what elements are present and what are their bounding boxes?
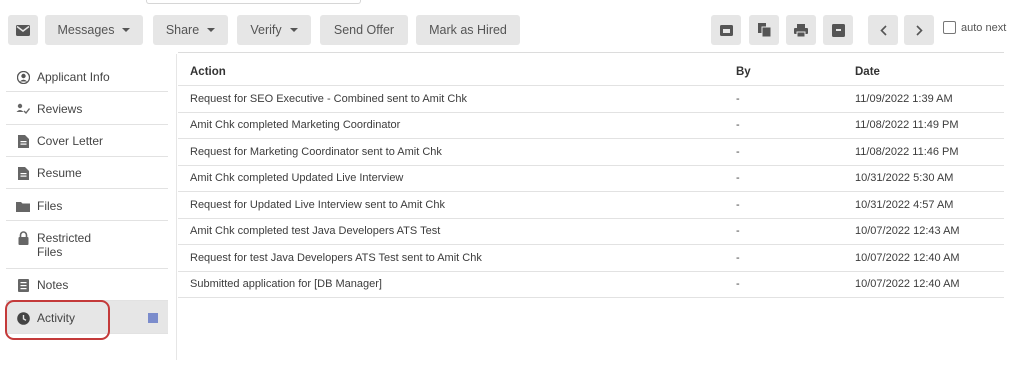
table-row: Amit Chk completed Updated Live Intervie… <box>178 166 1004 192</box>
cell-by: - <box>736 278 740 291</box>
print-icon <box>794 23 808 37</box>
cell-date: 10/07/2022 12:40 AM <box>855 278 960 291</box>
cell-by: - <box>736 198 740 211</box>
verify-dropdown[interactable]: Verify <box>237 15 311 45</box>
copy-icon <box>757 23 771 37</box>
cell-action: Submitted application for [DB Manager] <box>190 278 382 291</box>
folder-icon <box>16 199 30 213</box>
messages-label: Messages <box>57 23 115 37</box>
cell-by: - <box>736 145 740 158</box>
active-marker <box>148 313 158 323</box>
sidebar-divider <box>176 54 177 360</box>
cell-date: 10/31/2022 4:57 AM <box>855 198 954 211</box>
column-header-by[interactable]: By <box>736 66 751 78</box>
id-card-button[interactable] <box>711 15 741 45</box>
chevron-down-icon <box>122 28 131 32</box>
activity-table: Action By Date Request for SEO Executive… <box>178 58 1004 298</box>
sidebar-item-reviews[interactable]: Reviews <box>6 92 168 125</box>
send-offer-label: Send Offer <box>333 23 395 37</box>
cell-date: 10/31/2022 5:30 AM <box>855 172 954 185</box>
cell-date: 11/09/2022 1:39 AM <box>855 92 953 105</box>
sidebar-item-cover-letter[interactable]: Cover Letter <box>6 125 168 157</box>
verify-label: Verify <box>250 23 282 37</box>
auto-next-toggle[interactable]: auto next <box>943 21 1006 34</box>
cell-date: 11/08/2022 11:46 PM <box>855 145 959 158</box>
table-row: Amit Chk completed Marketing Coordinator… <box>178 113 1004 139</box>
cell-action: Request for SEO Executive - Combined sen… <box>190 92 467 105</box>
next-button[interactable] <box>904 15 934 45</box>
table-body: Request for SEO Executive - Combined sen… <box>178 86 1004 298</box>
table-row: Request for SEO Executive - Combined sen… <box>178 86 1004 113</box>
id-card-icon <box>719 24 733 36</box>
cell-date: 10/07/2022 12:40 AM <box>855 251 960 264</box>
sidebar: Applicant Info Reviews Cover Letter Resu… <box>6 60 168 334</box>
lock-icon <box>16 231 30 245</box>
user-icon <box>16 70 30 84</box>
document-icon <box>16 166 30 180</box>
print-button[interactable] <box>786 15 816 45</box>
share-dropdown[interactable]: Share <box>153 15 228 45</box>
sidebar-item-label: Notes <box>37 278 69 292</box>
chevron-left-icon <box>879 24 887 36</box>
column-header-action[interactable]: Action <box>190 66 226 78</box>
table-row: Request for Updated Live Interview sent … <box>178 192 1004 219</box>
chevron-down-icon <box>289 28 298 32</box>
sidebar-item-label: Reviews <box>37 102 83 116</box>
cell-action: Request for test Java Developers ATS Tes… <box>190 251 482 264</box>
table-row: Request for test Java Developers ATS Tes… <box>178 245 1004 272</box>
chevron-right-icon <box>915 24 923 36</box>
mark-as-hired-button[interactable]: Mark as Hired <box>416 15 520 45</box>
cell-by: - <box>736 225 740 238</box>
auto-next-checkbox[interactable] <box>943 21 956 34</box>
cell-date: 10/07/2022 12:43 AM <box>855 225 960 238</box>
sidebar-item-files[interactable]: Files <box>6 189 168 221</box>
previous-button[interactable] <box>868 15 898 45</box>
cell-action: Amit Chk completed Updated Live Intervie… <box>190 172 404 185</box>
messages-dropdown[interactable]: Messages <box>45 15 143 45</box>
cell-action: Request for Updated Live Interview sent … <box>190 198 445 211</box>
send-offer-button[interactable]: Send Offer <box>320 15 408 45</box>
cell-by: - <box>736 119 740 132</box>
table-header: Action By Date <box>178 58 1004 86</box>
sidebar-item-notes[interactable]: Notes <box>6 269 168 301</box>
copy-button[interactable] <box>749 15 779 45</box>
document-icon <box>16 134 30 148</box>
sidebar-item-resume[interactable]: Resume <box>6 157 168 189</box>
table-row: Submitted application for [DB Manager] - 1… <box>178 272 1004 298</box>
sidebar-item-label: Activity <box>37 311 76 325</box>
sidebar-item-label: Cover Letter <box>37 134 104 148</box>
table-row: Request for Marketing Coordinator sent t… <box>178 139 1004 166</box>
notes-icon <box>16 278 30 292</box>
column-header-date[interactable]: Date <box>855 66 880 78</box>
sidebar-item-applicant-info[interactable]: Applicant Info <box>6 60 168 92</box>
sidebar-item-restricted-files[interactable]: Restricted Files <box>6 221 168 269</box>
archive-button[interactable] <box>823 15 853 45</box>
sidebar-item-label: Files <box>37 199 63 213</box>
cell-by: - <box>736 251 740 264</box>
clock-icon <box>16 311 30 325</box>
sidebar-item-label: Restricted Files <box>37 231 92 259</box>
email-button[interactable] <box>8 15 38 45</box>
toolbar: Messages Share Verify Send Offer Mark as… <box>0 15 1024 45</box>
cell-action: Request for Marketing Coordinator sent t… <box>190 145 442 158</box>
cell-by: - <box>736 92 740 105</box>
cell-action: Amit Chk completed Marketing Coordinator <box>190 119 401 132</box>
chevron-down-icon <box>207 28 216 32</box>
mark-as-hired-label: Mark as Hired <box>429 23 507 37</box>
auto-next-label: auto next <box>961 21 1007 34</box>
sidebar-item-label: Resume <box>37 166 82 180</box>
toolbar-divider <box>178 52 1004 53</box>
cell-action: Amit Chk completed test Java Developers … <box>190 225 441 238</box>
sidebar-item-activity[interactable]: Activity <box>6 301 168 334</box>
cell-by: - <box>736 172 740 185</box>
sidebar-item-label: Applicant Info <box>37 70 110 84</box>
archive-icon <box>831 23 845 37</box>
top-input-edge <box>146 0 361 4</box>
table-row: Amit Chk completed test Java Developers … <box>178 219 1004 245</box>
cell-date: 11/08/2022 11:49 PM <box>855 119 959 132</box>
share-label: Share <box>165 23 200 37</box>
email-icon <box>16 24 30 36</box>
reviews-icon <box>16 102 30 116</box>
